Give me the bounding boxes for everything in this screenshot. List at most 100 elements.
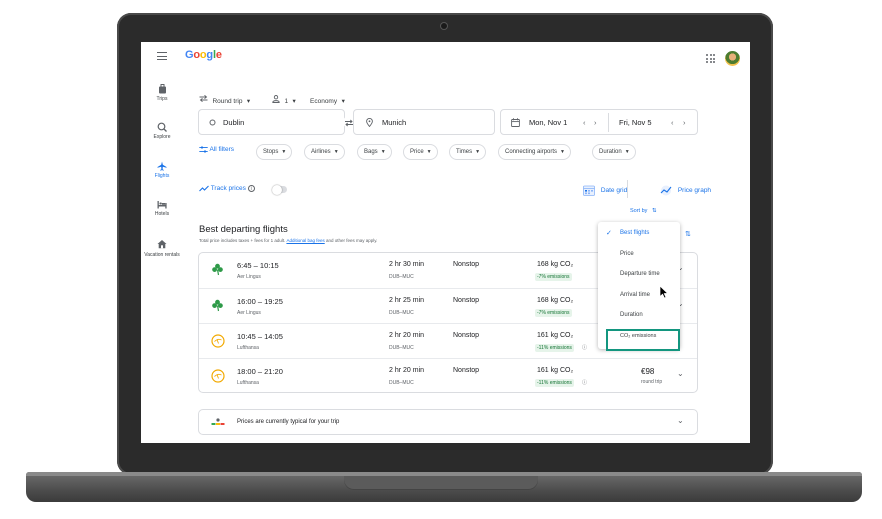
chevron-down-icon: ▾ bbox=[292, 98, 296, 105]
info-icon[interactable]: ⓘ bbox=[582, 379, 587, 386]
origin-field[interactable]: Dublin bbox=[198, 109, 345, 135]
chevron-down-icon[interactable]: ⌄ bbox=[677, 416, 684, 425]
all-filters-button[interactable]: All filters bbox=[199, 146, 234, 153]
flight-row[interactable]: 18:00 – 21:20 Lufthansa 2 hr 20 min DUB–… bbox=[199, 358, 697, 393]
depart-date-value[interactable]: Mon, Nov 1 bbox=[529, 118, 567, 127]
flight-duration: 2 hr 20 min bbox=[389, 367, 425, 374]
chevron-down-icon: ▼ bbox=[560, 149, 565, 155]
sort-by-button[interactable]: Sort by ⇅ bbox=[630, 208, 657, 214]
co2-value: 161 kg CO₂ bbox=[537, 332, 574, 339]
filter-connecting-airports[interactable]: Connecting airports ▼ bbox=[498, 144, 571, 160]
flight-route: DUB–MUC bbox=[389, 274, 414, 280]
prev-date-arrow-icon[interactable]: ‹ bbox=[583, 118, 586, 127]
airline-name: Aer Lingus bbox=[237, 310, 261, 316]
flight-duration: 2 hr 30 min bbox=[389, 261, 425, 268]
passenger-select[interactable]: 1 ▾ bbox=[272, 90, 296, 108]
next-date-arrow-icon[interactable]: › bbox=[683, 118, 686, 127]
avatar[interactable] bbox=[725, 51, 740, 66]
price-graph-icon bbox=[660, 185, 672, 196]
airline-name: Lufthansa bbox=[237, 380, 259, 386]
price-type: round trip bbox=[641, 379, 663, 385]
date-grid-icon bbox=[583, 185, 595, 196]
track-prices-label: Track prices bbox=[210, 185, 246, 193]
sidebar-item-vacation-rentals[interactable]: Vacation rentals bbox=[144, 239, 180, 259]
sidebar-item-label: Hotels bbox=[154, 211, 170, 217]
chevron-down-icon: ▼ bbox=[333, 149, 339, 155]
flight-stops: Nonstop bbox=[453, 332, 480, 339]
filter-stops[interactable]: Stops ▼ bbox=[256, 144, 293, 160]
co2-value: 168 kg CO₂ bbox=[537, 261, 574, 268]
date-field[interactable]: Mon, Nov 1 ‹ › Fri, Nov 5 ‹ › bbox=[500, 109, 698, 135]
prev-date-arrow-icon[interactable]: ‹ bbox=[671, 118, 674, 127]
flight-times: 10:45 – 14:05 bbox=[237, 332, 283, 341]
price-graph-label: Price graph bbox=[677, 187, 712, 195]
sort-option-price[interactable]: Price bbox=[620, 251, 634, 257]
flight-times: 18:00 – 21:20 bbox=[237, 367, 283, 376]
chevron-down-icon: ▼ bbox=[380, 149, 386, 155]
flight-route: DUB–MUC bbox=[389, 380, 414, 386]
sort-option-best-flights[interactable]: Best flights bbox=[620, 230, 649, 236]
trip-type-select[interactable]: Round trip ▾ bbox=[199, 90, 250, 108]
filter-bags[interactable]: Bags ▼ bbox=[357, 144, 392, 160]
trip-type-label: Round trip bbox=[212, 98, 243, 105]
sidebar-item-trips[interactable]: Trips bbox=[147, 84, 177, 102]
date-divider bbox=[608, 113, 609, 132]
destination-field[interactable]: Munich bbox=[353, 109, 495, 135]
airline-name: Aer Lingus bbox=[237, 274, 261, 280]
sidebar-item-label: Flights bbox=[154, 173, 170, 179]
sort-option-arrival-time[interactable]: Arrival time bbox=[620, 292, 650, 298]
next-date-arrow-icon[interactable]: › bbox=[594, 118, 597, 127]
filter-label: Times bbox=[456, 149, 473, 155]
cabin-select[interactable]: Economy ▾ bbox=[310, 90, 345, 108]
laptop-stage: Google Trips Explore Flights Hotels Vaca… bbox=[0, 0, 882, 519]
filter-price[interactable]: Price ▼ bbox=[403, 144, 438, 160]
results-note: Total price includes taxes + fees for 1 … bbox=[199, 238, 377, 243]
home-icon bbox=[157, 240, 167, 249]
price-level-icon bbox=[211, 418, 225, 425]
location-pin-icon bbox=[366, 118, 373, 127]
flight-stops: Nonstop bbox=[453, 297, 480, 304]
apps-grid-icon[interactable] bbox=[706, 54, 715, 63]
track-prices-toggle[interactable] bbox=[272, 184, 287, 195]
sidebar-item-hotels[interactable]: Hotels bbox=[147, 200, 177, 217]
note-text: and other fees may apply. bbox=[324, 238, 378, 243]
bag-fees-link[interactable]: Additional bag fees bbox=[286, 238, 324, 243]
filter-airlines[interactable]: Airlines ▼ bbox=[304, 144, 345, 160]
sidebar-item-label: Trips bbox=[156, 96, 168, 102]
chevron-down-icon[interactable]: ⌄ bbox=[677, 369, 684, 378]
filter-duration[interactable]: Duration ▼ bbox=[592, 144, 636, 160]
sidebar-item-label: Vacation rentals bbox=[144, 252, 180, 258]
bed-icon bbox=[157, 201, 167, 209]
mouse-cursor-icon bbox=[659, 285, 669, 299]
flight-price: €98 bbox=[641, 367, 655, 376]
sidebar-item-flights[interactable]: Flights bbox=[147, 161, 177, 179]
date-grid-label: Date grid bbox=[600, 187, 628, 195]
filter-label: Price bbox=[410, 149, 424, 155]
person-icon bbox=[272, 94, 280, 103]
return-date-value[interactable]: Fri, Nov 5 bbox=[619, 118, 652, 127]
price-insight-banner[interactable]: Prices are currently typical for your tr… bbox=[198, 409, 698, 435]
crane-icon bbox=[211, 334, 225, 348]
plane-icon bbox=[157, 161, 167, 171]
calendar-icon bbox=[511, 118, 520, 127]
menu-icon[interactable] bbox=[157, 52, 167, 60]
cabin-label: Economy bbox=[310, 98, 338, 105]
track-prices[interactable]: Track prices i bbox=[199, 185, 255, 192]
sort-toggle-icon[interactable]: ⇅ bbox=[685, 230, 691, 238]
filter-times[interactable]: Times ▼ bbox=[449, 144, 487, 160]
sort-option-duration[interactable]: Duration bbox=[620, 312, 643, 318]
airline-name: Lufthansa bbox=[237, 345, 259, 351]
passenger-count: 1 bbox=[284, 98, 289, 105]
info-icon[interactable]: ⓘ bbox=[582, 344, 587, 351]
price-graph-button[interactable]: Price graph bbox=[659, 185, 711, 196]
info-icon[interactable]: i bbox=[247, 185, 255, 192]
shamrock-icon bbox=[212, 263, 223, 276]
date-grid-button[interactable]: Date grid bbox=[583, 185, 627, 196]
trend-icon bbox=[199, 185, 209, 192]
flight-stops: Nonstop bbox=[453, 261, 480, 268]
suitcase-icon bbox=[158, 84, 166, 94]
google-logo[interactable]: Google bbox=[185, 49, 222, 61]
sort-option-departure-time[interactable]: Departure time bbox=[620, 271, 660, 277]
sidebar-item-explore[interactable]: Explore bbox=[147, 122, 177, 140]
co2-value: 161 kg CO₂ bbox=[537, 367, 574, 374]
